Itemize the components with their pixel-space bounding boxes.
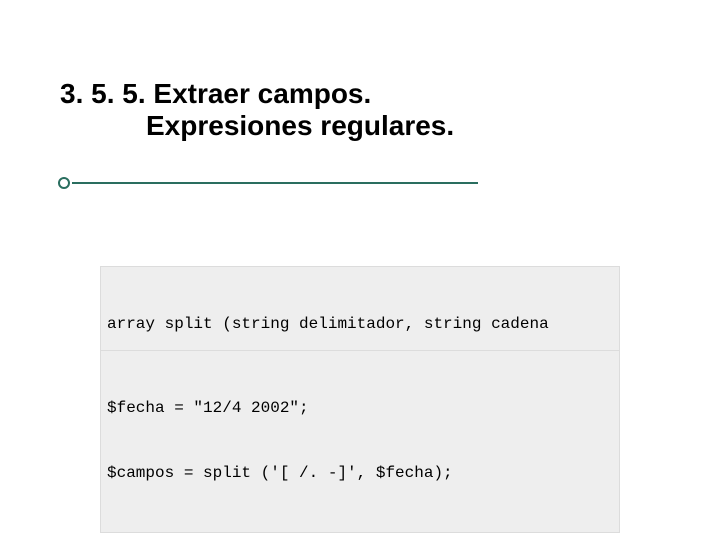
heading-line-2: Expresiones regulares. <box>60 110 680 142</box>
code-line: $campos = split ('[ /. -]', $fecha); <box>107 463 613 485</box>
slide-heading: 3. 5. 5. Extraer campos. Expresiones reg… <box>60 78 680 142</box>
code-line: array split (string delimitador, string … <box>107 314 613 336</box>
divider-line <box>72 182 478 184</box>
code-block-example: $fecha = "12/4 2002"; $campos = split ('… <box>100 350 620 533</box>
heading-divider <box>58 176 478 190</box>
code-line: $fecha = "12/4 2002"; <box>107 398 613 420</box>
heading-line-1: 3. 5. 5. Extraer campos. <box>60 78 680 110</box>
slide: 3. 5. 5. Extraer campos. Expresiones reg… <box>0 0 720 540</box>
bullet-icon <box>58 177 70 189</box>
